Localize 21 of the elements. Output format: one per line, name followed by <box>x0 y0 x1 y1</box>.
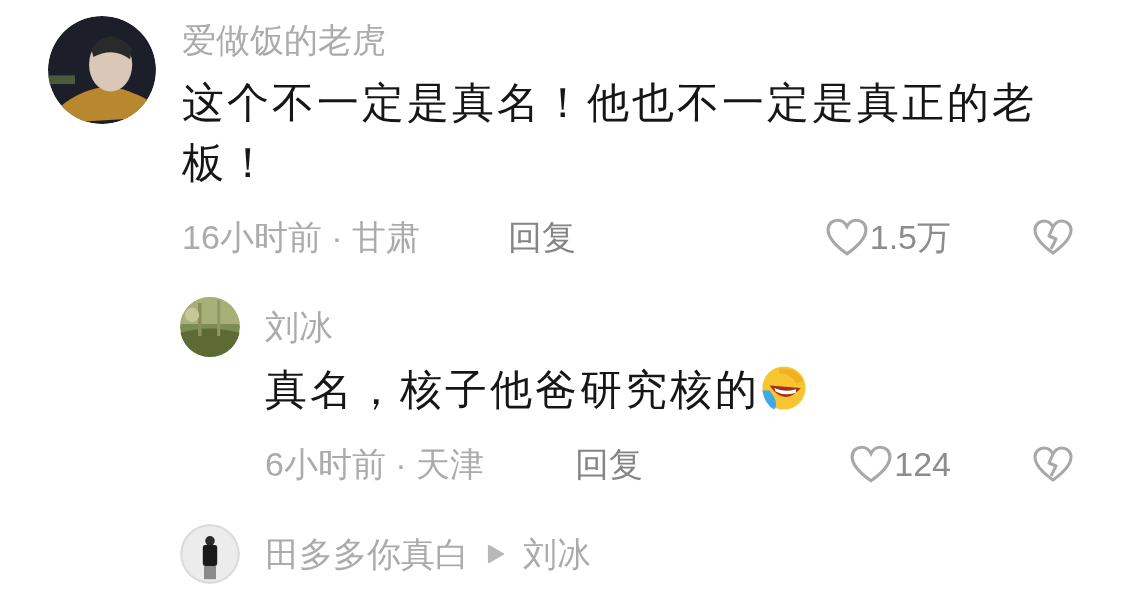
reply-button[interactable]: 回复 <box>575 438 643 490</box>
comment-time: 16小时前 · 甘肃 <box>182 216 422 258</box>
username: 爱做饭的老虎 <box>182 20 387 61</box>
username: 刘冰 <box>523 534 591 575</box>
username: 田多多你真白 <box>265 534 469 575</box>
heart-icon <box>825 218 868 256</box>
like-count: 1.5万 <box>869 216 951 258</box>
broken-heart-icon <box>1033 446 1073 482</box>
broken-heart-icon <box>1033 219 1073 255</box>
username: 刘冰 <box>265 307 333 348</box>
comment-text: 真名，核子他爸研究核的 <box>265 360 1073 420</box>
like-button[interactable] <box>850 445 893 483</box>
comment-time: 6小时前 · 天津 <box>265 443 486 485</box>
dislike-button[interactable] <box>1033 219 1073 255</box>
dislike-button[interactable] <box>1033 446 1073 482</box>
heart-icon <box>850 445 893 483</box>
play-arrow-icon <box>487 544 505 564</box>
reply-button[interactable]: 回复 <box>508 211 576 263</box>
comment-text: 这个不一定是真名！他也不一定是真正的老板！ <box>182 78 1038 188</box>
like-button[interactable] <box>825 218 868 256</box>
like-count: 124 <box>894 443 951 485</box>
